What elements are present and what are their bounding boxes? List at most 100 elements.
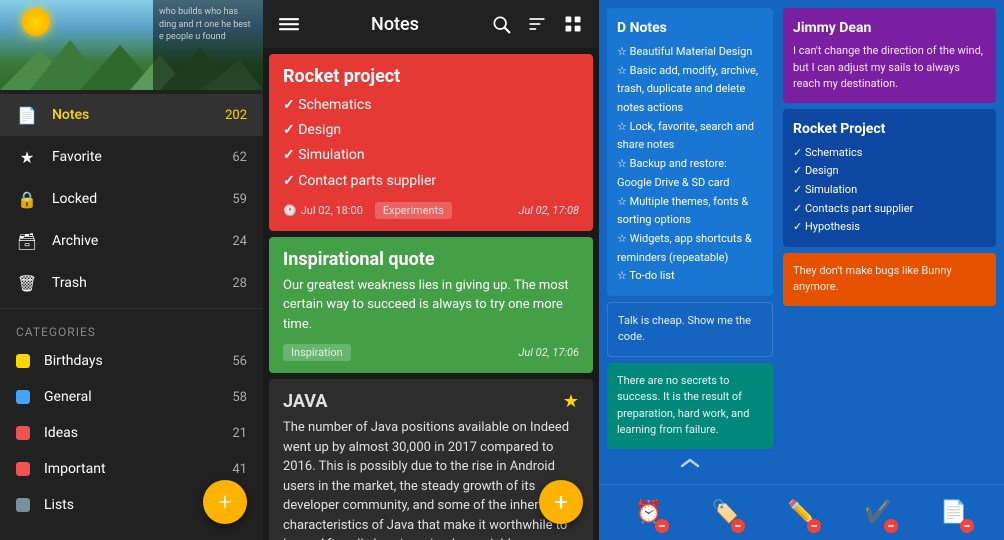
note-checklist-rocket: SchematicsDesignSimulationContact parts … bbox=[283, 93, 579, 194]
widget-list-item: Backup and restore: Google Drive & SD ca… bbox=[617, 155, 763, 192]
note-clock-rocket: 🕐 Jul 02, 18:00 Experiments Jul 02, 17:0… bbox=[283, 202, 579, 219]
bottom-icon-edit[interactable]: ✏️ bbox=[781, 493, 821, 533]
note-body-java: The number of Java positions available o… bbox=[283, 418, 579, 540]
nav-label-trash: Trash bbox=[52, 275, 232, 291]
note-title-java: JAVA bbox=[283, 391, 579, 412]
sidebar-item-general[interactable]: General 58 bbox=[0, 379, 263, 415]
nav-count-trash: 28 bbox=[232, 276, 247, 291]
general-dot-icon bbox=[16, 390, 30, 404]
widget-list-item: Multiple themes, fonts & sorting options bbox=[617, 193, 763, 230]
nav-count-notes: 202 bbox=[225, 108, 247, 123]
sort-icon[interactable] bbox=[523, 10, 551, 38]
widget-card-rocket-widget[interactable]: Rocket Project SchematicsDesignSimulation… bbox=[783, 109, 996, 247]
middle-actions bbox=[487, 10, 587, 38]
hero-text-overlay: who builds who has ding and rt one he be… bbox=[153, 0, 263, 90]
hero-image: who builds who has ding and rt one he be… bbox=[0, 0, 263, 90]
sidebar-item-notes[interactable]: 📄 Notes 202 bbox=[0, 94, 263, 136]
widget-title-rocket-widget: Rocket Project bbox=[793, 119, 986, 140]
widget-checklist-item: Contacts part supplier bbox=[793, 200, 986, 219]
note-title-rocket: Rocket project bbox=[283, 66, 579, 87]
bottom-icon-alarm[interactable]: ⏰ bbox=[629, 493, 669, 533]
widget-list-item: To-do list bbox=[617, 267, 763, 286]
fab-add-note-button[interactable]: + bbox=[539, 480, 583, 524]
edit-badge bbox=[807, 519, 821, 533]
cat-label-general: General bbox=[44, 389, 232, 405]
sidebar-item-archive[interactable]: 🗃 Archive 24 bbox=[0, 220, 263, 262]
note-card-inspirational[interactable]: Inspirational quoteOur greatest weakness… bbox=[269, 237, 593, 374]
label-badge bbox=[731, 519, 745, 533]
cat-count-ideas: 21 bbox=[232, 426, 247, 441]
sidebar-item-trash[interactable]: 🗑 Trash 28 bbox=[0, 262, 263, 304]
fab-add-button[interactable]: + bbox=[203, 480, 247, 524]
widget-text-jimmy: I can't change the direction of the wind… bbox=[793, 43, 986, 93]
checklist-item: Design bbox=[283, 118, 579, 143]
right-bottom: ⏰ 🏷️ ✏️ ✔️ 📄 bbox=[599, 484, 1004, 540]
cat-count-important: 41 bbox=[232, 462, 247, 477]
widget-title-jimmy: Jimmy Dean bbox=[793, 18, 986, 39]
note-tag: Experiments bbox=[375, 202, 452, 219]
middle-title: Notes bbox=[303, 14, 487, 35]
middle-header: Notes bbox=[263, 0, 599, 48]
widget-card-talk[interactable]: Talk is cheap. Show me the code. bbox=[607, 302, 773, 357]
widget-text-bunny: They don't make bugs like Bunny anymore. bbox=[793, 263, 986, 296]
nav-label-notes: Notes bbox=[52, 107, 225, 123]
note-time: Jul 02, 18:00 bbox=[301, 204, 363, 217]
note-star-icon: ★ bbox=[563, 391, 579, 412]
widget-checklist-item: Schematics bbox=[793, 144, 986, 163]
notes-list: Rocket project SchematicsDesignSimulation… bbox=[263, 48, 599, 540]
menu-nav: 📄 Notes 202 ★ Favorite 62 🔒 Locked 59 🗃 … bbox=[0, 90, 263, 540]
cat-count-birthdays: 56 bbox=[232, 354, 247, 369]
note-card-rocket[interactable]: Rocket project SchematicsDesignSimulation… bbox=[269, 54, 593, 231]
cat-label-ideas: Ideas bbox=[44, 425, 232, 441]
widget-list-item: Widgets, app shortcuts & reminders (repe… bbox=[617, 230, 763, 267]
checklist-item: Schematics bbox=[283, 93, 579, 118]
sidebar-item-locked[interactable]: 🔒 Locked 59 bbox=[0, 178, 263, 220]
grid-icon[interactable] bbox=[559, 10, 587, 38]
nav-label-archive: Archive bbox=[52, 233, 232, 249]
bottom-icon-label[interactable]: 🏷️ bbox=[705, 493, 745, 533]
widget-checklist-item: Hypothesis bbox=[793, 218, 986, 237]
nav-label-locked: Locked bbox=[52, 191, 232, 207]
locked-icon: 🔒 bbox=[16, 188, 38, 210]
widget-card-jimmy[interactable]: Jimmy Dean I can't change the direction o… bbox=[783, 8, 996, 103]
alarm-badge bbox=[655, 519, 669, 533]
bottom-icon-file[interactable]: 📄 bbox=[934, 493, 974, 533]
cat-label-important: Important bbox=[44, 461, 232, 477]
widget-checklist-rocket-widget: SchematicsDesignSimulationContacts part … bbox=[793, 144, 986, 237]
nav-count-favorite: 62 bbox=[232, 150, 247, 165]
right-top: D Notes Beautiful Material DesignBasic ad… bbox=[599, 0, 1004, 484]
trash-icon: 🗑 bbox=[16, 272, 38, 294]
favorite-icon: ★ bbox=[16, 146, 38, 168]
hamburger-icon[interactable] bbox=[275, 10, 303, 38]
check-badge bbox=[884, 519, 898, 533]
middle-panel: Notes Rocket project SchematicsDesignSimu… bbox=[263, 0, 599, 540]
widget-list-item: Basic add, modify, archive, trash, dupli… bbox=[617, 62, 763, 118]
right-col-2: Jimmy Dean I can't change the direction o… bbox=[779, 0, 1004, 484]
widget-title-dnotes: D Notes bbox=[617, 18, 763, 39]
widget-list-dnotes: Beautiful Material DesignBasic add, modi… bbox=[617, 43, 763, 286]
widget-checklist-item: Design bbox=[793, 162, 986, 181]
note-date-inspirational: Jul 02, 17:06 bbox=[519, 346, 579, 359]
checklist-item: Simulation bbox=[283, 143, 579, 168]
sidebar-item-favorite[interactable]: ★ Favorite 62 bbox=[0, 136, 263, 178]
note-tag-inspirational: Inspiration bbox=[283, 344, 351, 361]
lists-dot-icon bbox=[16, 498, 30, 512]
left-panel: who builds who has ding and rt one he be… bbox=[0, 0, 263, 540]
divider bbox=[0, 308, 263, 309]
widget-list-item: Lock, favorite, search and share notes bbox=[617, 118, 763, 155]
sidebar-item-birthdays[interactable]: Birthdays 56 bbox=[0, 343, 263, 379]
widget-card-secrets[interactable]: There are no secrets to success. It is t… bbox=[607, 363, 773, 449]
birthdays-dot-icon bbox=[16, 354, 30, 368]
widget-text-talk: Talk is cheap. Show me the code. bbox=[618, 313, 762, 346]
right-col-1: D Notes Beautiful Material DesignBasic ad… bbox=[599, 0, 779, 484]
nav-count-archive: 24 bbox=[232, 234, 247, 249]
search-icon[interactable] bbox=[487, 10, 515, 38]
widget-card-bunny[interactable]: They don't make bugs like Bunny anymore. bbox=[783, 253, 996, 306]
widget-card-dnotes[interactable]: D Notes Beautiful Material DesignBasic ad… bbox=[607, 8, 773, 296]
right-panel: D Notes Beautiful Material DesignBasic ad… bbox=[599, 0, 1004, 540]
collapse-button[interactable] bbox=[607, 455, 773, 473]
bottom-icon-check[interactable]: ✔️ bbox=[858, 493, 898, 533]
ideas-dot-icon bbox=[16, 426, 30, 440]
checklist-item: Contact parts supplier bbox=[283, 169, 579, 194]
sidebar-item-ideas[interactable]: Ideas 21 bbox=[0, 415, 263, 451]
